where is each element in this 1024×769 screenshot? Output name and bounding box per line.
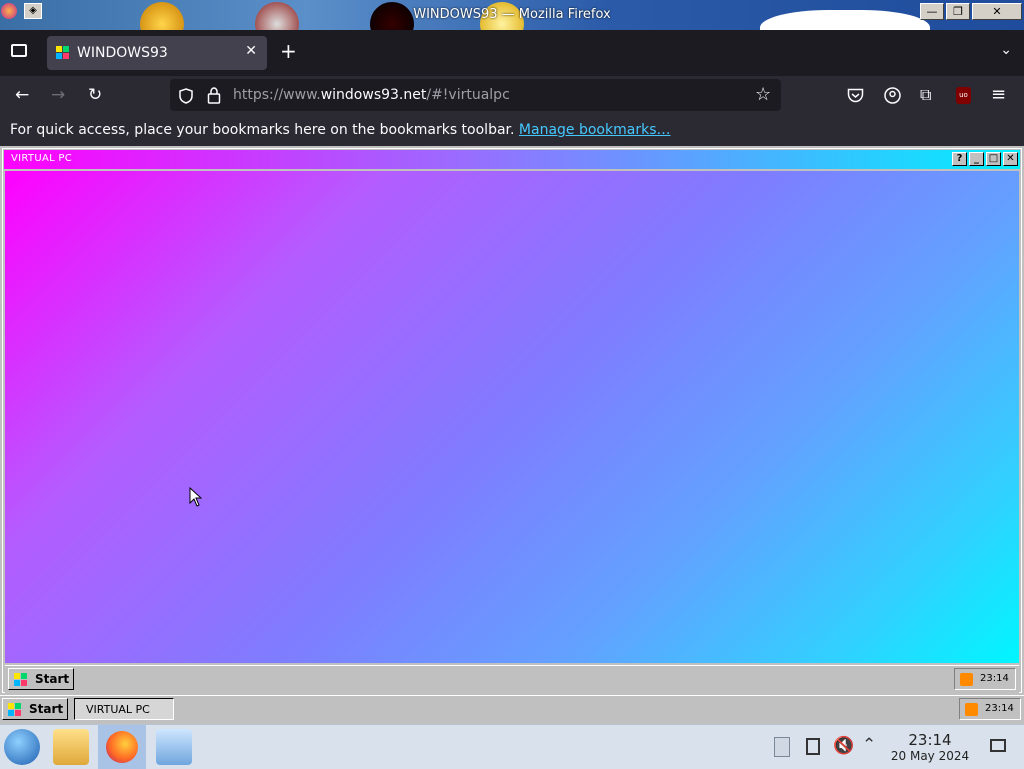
bookmarks-hint-text: For quick access, place your bookmarks h… [10,122,519,138]
tab-strip: WINDOWS93 ✕ + ⌄ [0,30,1024,76]
start-label: Start [29,702,64,716]
virtual-pc-taskbar: Start 23:14 [5,665,1019,693]
virtual-pc-title: VIRTUAL PC [11,153,73,164]
menu-icon[interactable]: ≡ [991,84,1006,105]
windows93-tray: 23:14 [959,698,1021,720]
window-minimize-button[interactable]: — [920,3,944,20]
start-label: Start [35,672,70,686]
url-bar[interactable]: https://www.windows93.net/#!virtualpc ☆ [170,79,781,111]
virtual-pc-desktop[interactable] [5,171,1019,663]
firefox-icon [106,731,138,763]
windows93-logo-icon [8,703,21,716]
window-titlebar[interactable]: ◈ WINDOWS93 — Mozilla Firefox — ❐ ✕ [0,0,1024,30]
url-host: windows93.net [320,87,427,103]
pocket-icon[interactable] [847,88,864,103]
file-manager-icon[interactable] [53,729,89,765]
windows93-favicon-icon [56,46,69,59]
list-all-tabs-icon[interactable]: ⌄ [1000,42,1012,58]
virtual-pc-clock: 23:14 [980,673,1009,684]
show-desktop-icon[interactable] [990,739,1006,752]
window-close-button[interactable]: ✕ [972,3,1022,20]
tab-manager-icon[interactable] [11,44,27,57]
os-taskbar: 🔇 ⌃ 23:14 20 May 2024 [0,724,1024,769]
bookmarks-hint: For quick access, place your bookmarks h… [10,122,670,138]
virtual-pc-start-button[interactable]: Start [8,668,74,690]
taskbar-item-label: VIRTUAL PC [86,703,150,716]
windows93-page: VIRTUAL PC ? _ □ ✕ Start 23:14 Start VIR… [0,146,1024,724]
url-input[interactable]: https://www.windows93.net/#!virtualpc [233,87,510,103]
volume-muted-icon[interactable]: 🔇 [833,736,854,756]
windows-start-icon[interactable] [4,729,40,765]
maximize-button[interactable]: □ [986,152,1001,166]
os-clock-time[interactable]: 23:14 [890,731,970,749]
show-hidden-icons-icon[interactable]: ⌃ [862,735,876,755]
remote-desktop-icon[interactable] [156,729,192,765]
new-tab-button[interactable]: + [280,41,297,61]
close-button[interactable]: ✕ [1003,152,1018,166]
url-prefix: https://www. [233,87,321,103]
url-path: /#!virtualpc [426,87,510,103]
virtual-pc-titlebar[interactable]: VIRTUAL PC ? _ □ ✕ [4,150,1020,169]
windows93-taskbar: Start VIRTUAL PC 23:14 [0,695,1024,723]
lock-icon[interactable] [207,87,221,104]
rss-icon[interactable] [960,673,973,686]
help-button[interactable]: ? [952,152,967,166]
shield-icon[interactable] [179,88,193,104]
forward-button[interactable]: → [51,86,65,104]
rss-icon[interactable] [965,703,978,716]
tab-label: WINDOWS93 [77,45,168,61]
windows93-start-button[interactable]: Start [2,698,68,720]
tab-close-icon[interactable]: ✕ [245,43,257,59]
windows93-clock: 23:14 [985,703,1014,714]
account-icon[interactable] [884,87,901,104]
taskbar-item-virtual-pc[interactable]: VIRTUAL PC [74,698,174,720]
window-maximize-button[interactable]: ❐ [946,3,970,20]
navigation-toolbar: ← → ↻ https://www.windows93.net/#!virtua… [0,76,1024,116]
windows93-logo-icon [14,673,27,686]
star-icon[interactable]: ☆ [755,84,771,105]
virtual-pc-tray: 23:14 [954,668,1016,690]
bookmarks-toolbar: For quick access, place your bookmarks h… [0,116,1024,146]
reload-button[interactable]: ↻ [88,86,102,104]
minimize-button[interactable]: _ [969,152,984,166]
ublock-icon[interactable]: uo [956,87,971,104]
window-title: WINDOWS93 — Mozilla Firefox [413,7,611,22]
firefox-taskbar-item[interactable] [98,725,146,769]
device-icon[interactable] [806,738,820,755]
tab-windows93[interactable]: WINDOWS93 ✕ [47,36,267,70]
os-clock-date[interactable]: 20 May 2024 [890,749,970,763]
clipboard-icon[interactable] [774,737,790,757]
extensions-icon[interactable]: ⧉ [920,85,931,105]
virtual-pc-window: VIRTUAL PC ? _ □ ✕ Start 23:14 [2,148,1022,693]
back-button[interactable]: ← [15,86,29,104]
manage-bookmarks-link[interactable]: Manage bookmarks… [519,122,671,138]
mouse-cursor-icon [189,487,202,507]
